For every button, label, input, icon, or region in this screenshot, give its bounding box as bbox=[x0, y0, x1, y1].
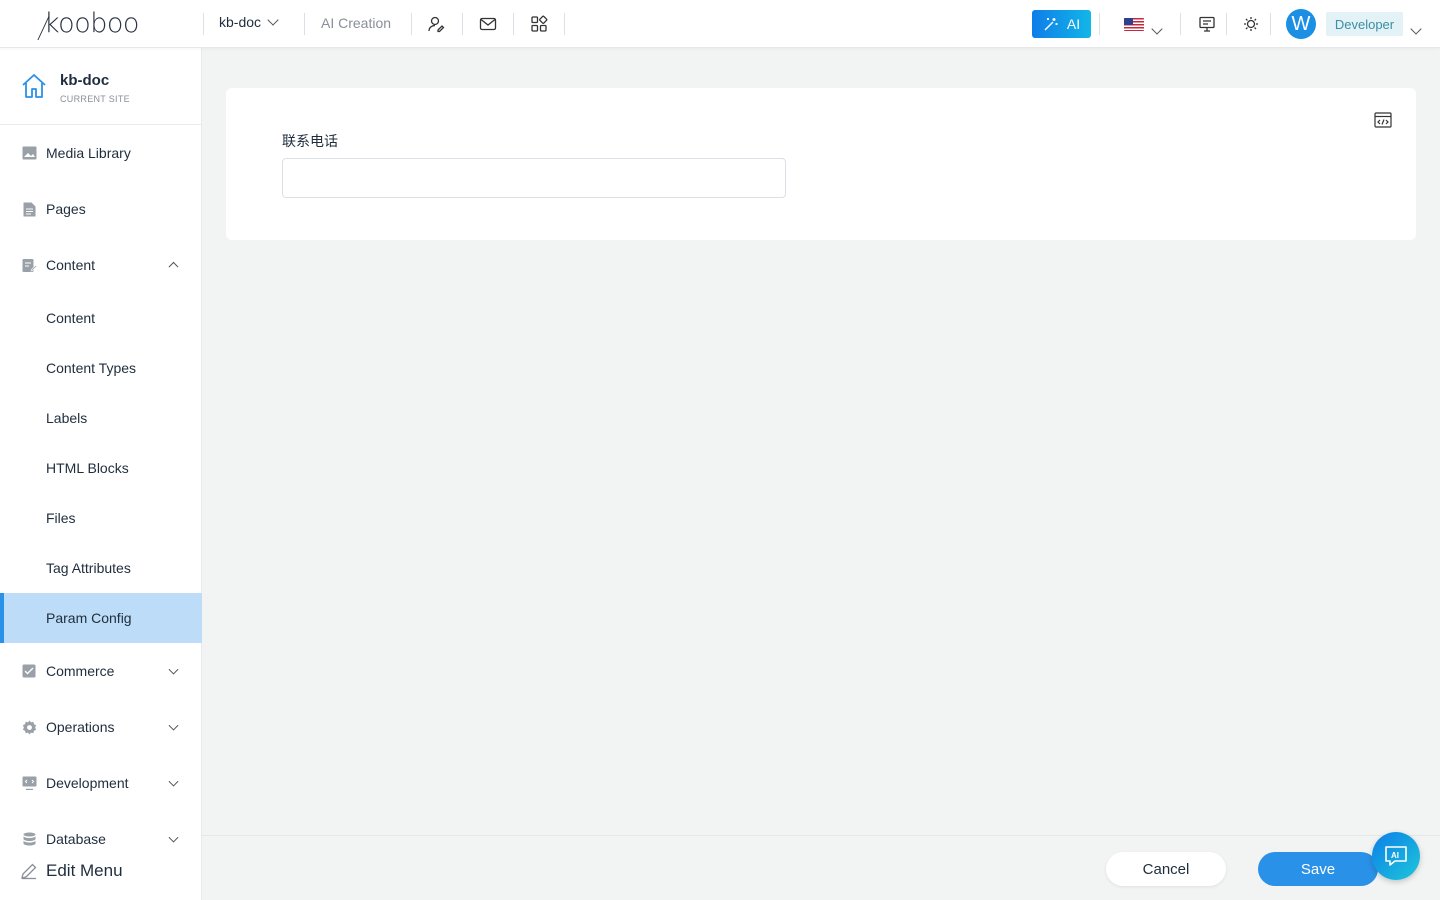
gear-icon bbox=[21, 719, 37, 735]
chevron-down-icon bbox=[168, 664, 179, 675]
sidebar-item-label: Content Types bbox=[46, 360, 137, 376]
sidebar-item-label: Pages bbox=[46, 201, 86, 217]
chevron-up-icon bbox=[168, 261, 179, 272]
divider bbox=[1226, 13, 1227, 35]
role-badge[interactable]: Developer bbox=[1326, 12, 1403, 36]
divider bbox=[203, 13, 204, 35]
database-icon bbox=[21, 831, 37, 847]
sidebar-item-label: Media Library bbox=[46, 145, 131, 161]
save-button[interactable]: Save bbox=[1258, 852, 1378, 886]
sidebar-item-files[interactable]: Files bbox=[0, 493, 202, 543]
divider bbox=[411, 13, 412, 35]
language-dropdown[interactable] bbox=[1151, 20, 1163, 38]
sidebar-item-label: Content bbox=[46, 257, 96, 273]
sidebar-item-label: Content bbox=[46, 310, 96, 326]
development-icon bbox=[21, 775, 37, 791]
avatar[interactable]: W bbox=[1286, 9, 1316, 39]
divider bbox=[1180, 13, 1181, 35]
divider bbox=[462, 13, 463, 35]
chevron-down-icon bbox=[168, 776, 179, 787]
apps-grid-icon[interactable] bbox=[529, 14, 549, 34]
svg-text:AI: AI bbox=[1391, 851, 1399, 860]
code-view-icon[interactable] bbox=[1374, 112, 1392, 128]
ai-button[interactable]: AI bbox=[1032, 10, 1091, 38]
sidebar-item-label: Operations bbox=[46, 719, 115, 735]
field-label: 联系电话 bbox=[282, 133, 338, 149]
home-icon bbox=[22, 74, 46, 98]
phone-field[interactable] bbox=[282, 158, 786, 198]
sidebar-item-label: Files bbox=[46, 510, 76, 526]
sidebar-item-param-config[interactable]: Param Config bbox=[0, 593, 202, 643]
sidebar-item-label: HTML Blocks bbox=[46, 460, 129, 476]
sidebar-item-development[interactable]: Development bbox=[0, 758, 202, 808]
footer-bar: Cancel Save bbox=[202, 835, 1440, 900]
ai-chat-icon: AI bbox=[1385, 846, 1407, 866]
chevron-down-icon bbox=[168, 832, 179, 843]
ai-assistant-button[interactable]: AI bbox=[1372, 832, 1420, 880]
page-icon bbox=[21, 201, 37, 217]
sidebar-item-content-group[interactable]: Content bbox=[0, 240, 202, 290]
cancel-button[interactable]: Cancel bbox=[1106, 852, 1226, 886]
sidebar-item-operations[interactable]: Operations bbox=[0, 702, 202, 752]
site-name: kb-doc bbox=[60, 72, 110, 89]
us-flag-icon[interactable] bbox=[1124, 18, 1144, 31]
divider bbox=[564, 13, 565, 35]
divider bbox=[1270, 13, 1271, 35]
sidebar-item-label: Development bbox=[46, 775, 129, 791]
pencil-icon bbox=[21, 863, 37, 880]
sidebar-item-labels[interactable]: Labels bbox=[0, 393, 202, 443]
magic-wand-icon bbox=[1044, 18, 1058, 31]
content-edit-icon bbox=[21, 257, 37, 273]
mail-icon[interactable] bbox=[478, 14, 498, 34]
chevron-down-icon bbox=[1410, 23, 1422, 35]
ai-button-label: AI bbox=[1066, 16, 1081, 32]
sidebar-item-pages[interactable]: Pages bbox=[0, 184, 202, 234]
sidebar-item-commerce[interactable]: Commerce bbox=[0, 646, 202, 696]
divider bbox=[1099, 13, 1100, 35]
sidebar-item-html-blocks[interactable]: HTML Blocks bbox=[0, 443, 202, 493]
sidebar-item-label: Tag Attributes bbox=[46, 560, 131, 576]
monitor-icon[interactable] bbox=[1197, 14, 1217, 34]
sidebar-item-database[interactable]: Database bbox=[0, 814, 202, 864]
theme-sun-icon[interactable] bbox=[1241, 14, 1261, 34]
divider bbox=[513, 13, 514, 35]
sidebar-item-label: Param Config bbox=[46, 610, 132, 626]
param-config-card: 联系电话 bbox=[226, 88, 1416, 240]
top-bar: kooboo kb-doc AI Creation AI W Developer bbox=[0, 0, 1440, 48]
kooboo-logo[interactable]: kooboo bbox=[37, 10, 139, 40]
ai-creation-link[interactable]: AI Creation bbox=[321, 15, 391, 31]
site-switcher-label: kb-doc bbox=[219, 14, 262, 30]
sidebar-item-label: Labels bbox=[46, 410, 88, 426]
chevron-down-icon bbox=[168, 720, 179, 731]
sidebar-item-content[interactable]: Content bbox=[0, 293, 202, 343]
site-caption: CURRENT SITE bbox=[60, 94, 130, 104]
user-edit-icon[interactable] bbox=[426, 14, 446, 34]
current-site-block[interactable]: kb-doc CURRENT SITE bbox=[0, 48, 202, 125]
role-dropdown[interactable] bbox=[1410, 20, 1422, 38]
image-icon bbox=[21, 145, 37, 161]
commerce-icon bbox=[21, 663, 37, 679]
sidebar: kb-doc CURRENT SITE Media Library Pages … bbox=[0, 48, 202, 900]
sidebar-item-content-types[interactable]: Content Types bbox=[0, 343, 202, 393]
edit-menu-button[interactable]: Edit Menu bbox=[20, 861, 123, 881]
chevron-down-icon bbox=[1151, 23, 1163, 35]
edit-menu-label: Edit Menu bbox=[46, 861, 123, 880]
sidebar-item-label: Commerce bbox=[46, 663, 115, 679]
sidebar-item-media-library[interactable]: Media Library bbox=[0, 128, 202, 178]
sidebar-item-tag-attributes[interactable]: Tag Attributes bbox=[0, 543, 202, 593]
site-switcher[interactable]: kb-doc bbox=[219, 14, 279, 30]
chevron-down-icon bbox=[267, 14, 279, 26]
divider bbox=[304, 13, 305, 35]
sidebar-item-label: Database bbox=[46, 831, 106, 847]
